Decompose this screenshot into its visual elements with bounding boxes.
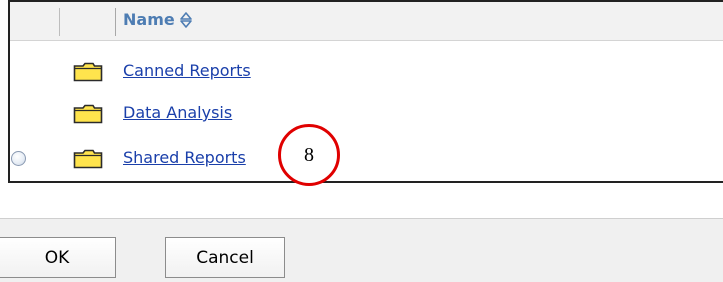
list-header: Name [10,2,723,41]
column-separator [59,8,60,36]
name-column-label: Name [123,10,175,29]
folder-link-canned-reports[interactable]: Canned Reports [123,61,251,80]
folder-link-data-analysis[interactable]: Data Analysis [123,103,232,122]
folder-icon [73,104,103,124]
name-column-header[interactable]: Name [123,10,193,29]
list-item: Data Analysis [10,92,723,134]
annotation-callout: 8 [278,124,340,186]
folder-list-panel: Name Canned Reports Data Analysis Shared… [8,0,723,183]
sort-icon[interactable] [179,11,193,29]
folder-icon [73,62,103,82]
list-item: Shared Reports [10,137,723,179]
select-radio-button[interactable] [11,151,26,166]
dialog-button-bar: OK Cancel [0,218,723,282]
list-item: Canned Reports [10,50,723,92]
folder-link-shared-reports[interactable]: Shared Reports [123,148,246,167]
folder-icon [73,149,103,169]
cancel-button[interactable]: Cancel [165,237,285,278]
ok-button[interactable]: OK [0,237,116,278]
column-separator [115,8,116,36]
